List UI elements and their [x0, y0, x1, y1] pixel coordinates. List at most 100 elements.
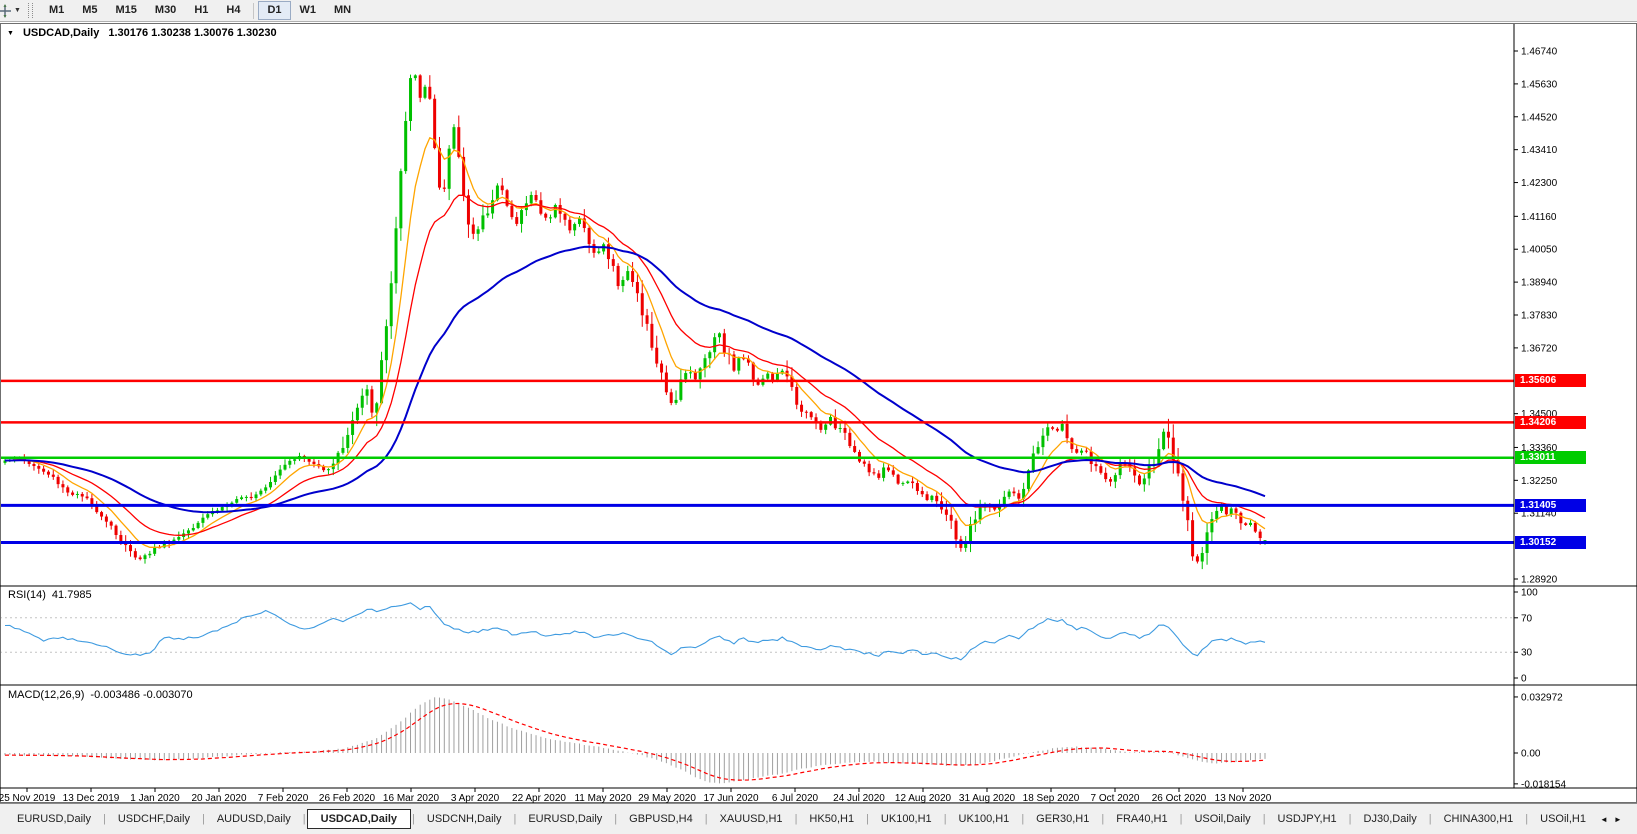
candle-body — [679, 379, 683, 400]
candle-body — [717, 333, 721, 338]
candle-body — [1137, 475, 1141, 485]
tab-eurusd-daily[interactable]: EURUSD,Daily — [6, 810, 102, 828]
tab-gbpusd-h4[interactable]: GBPUSD,H4 — [618, 810, 704, 828]
tab-separator: | — [794, 813, 798, 825]
candle-body — [1200, 552, 1204, 562]
candle-body — [862, 461, 866, 464]
tab-usdcnh-daily[interactable]: USDCNH,Daily — [416, 810, 513, 828]
timeframe-button-d1[interactable]: D1 — [258, 1, 291, 20]
tab-ger30-h1[interactable]: GER30,H1 — [1025, 810, 1100, 828]
candle-body — [1012, 491, 1016, 494]
symbol-menu-icon[interactable]: ▼ — [7, 30, 14, 37]
candle-body — [66, 487, 70, 493]
tab-uk100-h1[interactable]: UK100,H1 — [870, 810, 943, 828]
tab-china300-h1[interactable]: CHINA300,H1 — [1433, 810, 1525, 828]
tab-usoil-h1[interactable]: USOil,H1 — [1529, 810, 1597, 828]
candle-body — [201, 517, 205, 523]
candle-body — [32, 463, 36, 467]
toolbar-grip[interactable] — [27, 3, 33, 18]
candle-body — [75, 493, 79, 495]
timeframe-button-m5[interactable]: M5 — [73, 1, 106, 20]
candle-body — [46, 471, 50, 475]
candle-body — [635, 281, 639, 294]
candle-body — [442, 187, 446, 189]
candle-body — [249, 496, 253, 499]
timeframe-button-h1[interactable]: H1 — [185, 1, 217, 20]
candle-body — [104, 516, 108, 522]
tab-scroll-left-icon[interactable]: ◄ — [1600, 815, 1608, 824]
tab-usoil-daily[interactable]: USOil,Daily — [1183, 810, 1261, 828]
candle-body — [824, 424, 828, 430]
rsi-axis-label: 30 — [1521, 648, 1533, 659]
tab-xauusd-h1[interactable]: XAUUSD,H1 — [709, 810, 794, 828]
candle-body — [1017, 493, 1021, 499]
tab-eurusd-daily[interactable]: EURUSD,Daily — [517, 810, 613, 828]
candle-body — [42, 468, 46, 472]
candle-body — [775, 373, 779, 381]
timeframe-button-m1[interactable]: M1 — [40, 1, 73, 20]
tab-scroll-right-icon[interactable]: ► — [1614, 815, 1622, 824]
tab-usdcad-daily[interactable]: USDCAD,Daily — [306, 809, 412, 829]
candle-body — [71, 492, 75, 495]
timeframe-button-w1[interactable]: W1 — [291, 1, 326, 20]
candle-body — [901, 483, 905, 485]
candle-body — [384, 326, 388, 361]
crosshair-tool-icon[interactable] — [0, 3, 12, 18]
tab-usdjpy-h1[interactable]: USDJPY,H1 — [1267, 810, 1348, 828]
candle-body — [597, 251, 601, 253]
rsi-axis-label: 100 — [1521, 588, 1538, 599]
candle-body — [341, 447, 345, 453]
candle-body — [843, 427, 847, 433]
candle-body — [85, 496, 89, 499]
candle-body — [37, 466, 41, 469]
candle-body — [1060, 423, 1064, 431]
candle-body — [631, 271, 635, 282]
candle-body — [616, 265, 620, 287]
rsi-indicator-label: RSI(14) 41.7985 — [8, 589, 92, 601]
chart-title-bar: ▼ USDCAD,Daily 1.30176 1.30238 1.30076 1… — [7, 27, 277, 39]
tab-uk100-h1[interactable]: UK100,H1 — [948, 810, 1021, 828]
candle-body — [486, 213, 490, 216]
timeframe-button-m15[interactable]: M15 — [107, 1, 146, 20]
price-axis-label: 1.36720 — [1521, 343, 1558, 354]
candle-body — [698, 368, 702, 380]
candle-body — [645, 315, 649, 324]
timeframe-button-h4[interactable]: H4 — [217, 1, 249, 20]
tab-hk50-h1[interactable]: HK50,H1 — [798, 810, 865, 828]
candle-body — [949, 514, 953, 521]
candle-body — [394, 228, 398, 284]
candle-body — [1084, 450, 1088, 452]
candle-body — [240, 497, 244, 500]
candle-body — [621, 279, 625, 287]
candle-body — [766, 373, 770, 379]
tool-dropdown-arrow-icon[interactable]: ▼ — [14, 7, 21, 14]
tab-audusd-daily[interactable]: AUDUSD,Daily — [206, 810, 302, 828]
tab-fra40-h1[interactable]: FRA40,H1 — [1105, 810, 1178, 828]
tab-separator: | — [412, 813, 415, 825]
timeframe-button-m30[interactable]: M30 — [146, 1, 185, 20]
price-axis-label: 1.44520 — [1521, 112, 1558, 123]
candle-body — [129, 545, 133, 552]
tab-dj30-daily[interactable]: DJ30,Daily — [1353, 810, 1428, 828]
candle-body — [549, 217, 553, 219]
candle-body — [689, 372, 693, 374]
candle-body — [1065, 423, 1069, 439]
candle-body — [626, 271, 630, 280]
candle-body — [346, 434, 350, 448]
tab-usdchf-daily[interactable]: USDCHF,Daily — [107, 810, 201, 828]
macd-values: -0.003486 -0.003070 — [90, 689, 193, 701]
candle-body — [935, 495, 939, 502]
rsi-axis-label: 0 — [1521, 674, 1527, 685]
candle-body — [920, 491, 924, 495]
main-chart-plot-area[interactable] — [0, 24, 1514, 586]
candle-body — [1249, 522, 1253, 525]
candle-body — [674, 399, 678, 403]
candle-body — [90, 498, 94, 505]
candle-body — [452, 127, 456, 149]
tab-separator: | — [1021, 813, 1025, 825]
rsi-plot-area[interactable] — [0, 586, 1514, 685]
timeframe-button-mn[interactable]: MN — [325, 1, 360, 20]
price-line-flag: 1.35606 — [1515, 374, 1586, 388]
candle-body — [1080, 450, 1084, 453]
macd-plot-area[interactable] — [0, 685, 1514, 788]
